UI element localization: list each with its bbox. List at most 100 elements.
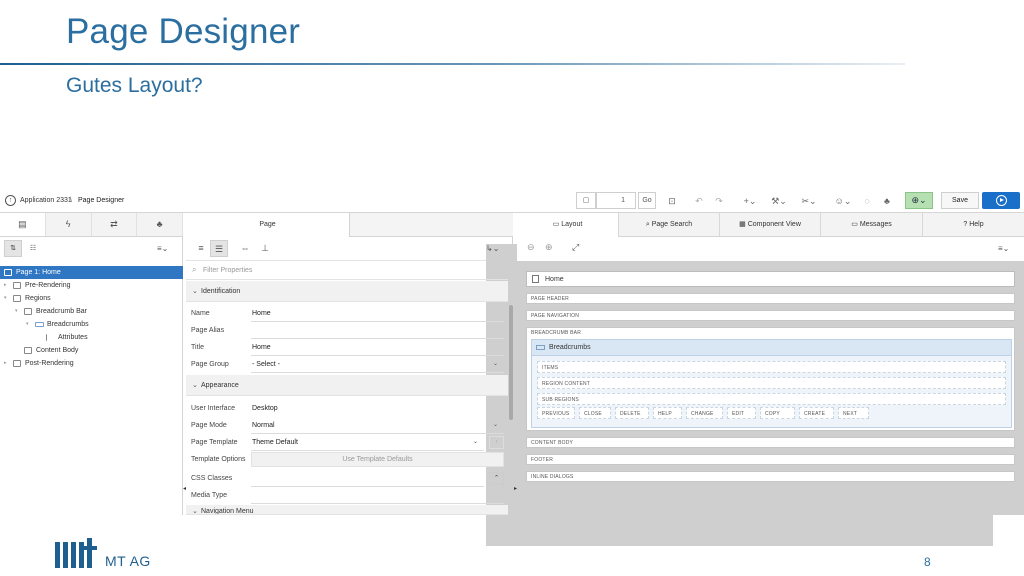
region-header[interactable]: Breadcrumbs	[532, 340, 1011, 356]
group-navigation-menu[interactable]: ⌄ Navigation Menu	[186, 505, 508, 515]
app-home-icon[interactable]: ↑	[5, 195, 16, 206]
tree-view-icon[interactable]: ⇅	[4, 240, 22, 257]
button-position-slot[interactable]: DELETE	[615, 407, 649, 419]
subslot-items[interactable]: ITEMS	[537, 361, 1006, 373]
subslot-sub-regions[interactable]: SUB REGIONS	[537, 393, 1006, 405]
shared-components-icon[interactable]: ✂⌄	[798, 194, 820, 208]
lock-icon[interactable]: ⊡	[665, 194, 679, 208]
button-position-slot[interactable]: CLOSE	[579, 407, 611, 419]
page-number-input[interactable]: 1	[596, 192, 636, 209]
layout-menu-icon[interactable]: ≡⌄	[998, 244, 1009, 253]
tree-node[interactable]: ▸ Pre-Rendering	[0, 279, 183, 292]
tree-node[interactable]: ▾ Breadcrumbs	[0, 318, 183, 331]
expand-icon[interactable]: ⤢	[572, 242, 579, 253]
zoom-in-icon[interactable]: ⊕	[545, 242, 553, 253]
slot-footer[interactable]: FOOTER	[526, 454, 1015, 465]
show-all-icon[interactable]: ☰	[210, 240, 228, 257]
tab-page-search[interactable]: ⌕ Page Search	[619, 213, 720, 237]
shared-objects-icon[interactable]: ♣	[880, 194, 894, 208]
tab-component-view[interactable]: ▦ Component View	[720, 213, 821, 237]
group-appearance[interactable]: ⌄ Appearance	[186, 375, 508, 396]
team-dev-icon[interactable]: ☺⌄	[832, 194, 854, 208]
tree-node[interactable]: ▾ Breadcrumb Bar	[0, 305, 183, 318]
prop-template-options[interactable]: Template Options Use Template Defaults	[186, 451, 508, 468]
tree-node[interactable]: Content Body	[0, 344, 183, 357]
redo-icon[interactable]: ↷	[712, 194, 726, 208]
search-icon: ⌕	[645, 221, 650, 228]
tab-layout[interactable]: ▭ Layout	[517, 213, 619, 237]
prop-media-type[interactable]: Media Type	[186, 487, 508, 504]
zoom-out-icon[interactable]: ⊖	[527, 242, 535, 253]
show-common-icon[interactable]: ≡	[192, 240, 210, 257]
undo-icon[interactable]: ↶	[692, 194, 706, 208]
expand-right-icon[interactable]: ▸	[4, 279, 7, 292]
create-menu-icon[interactable]: +⌄	[740, 194, 760, 208]
globe-menu-icon[interactable]: ⊕⌄	[905, 192, 933, 209]
slot-breadcrumb-bar[interactable]: BREADCRUMB BAR Breadcrumbs ITEMS REGION …	[526, 327, 1015, 431]
chevron-down-icon[interactable]: ⌄	[493, 360, 498, 367]
expand-down-icon[interactable]: ▾	[15, 305, 18, 318]
prop-page-mode-value[interactable]: Normal	[252, 422, 275, 429]
tree-menu-icon[interactable]: ≡⌄	[157, 244, 168, 253]
expand-down-icon[interactable]: ▾	[26, 318, 29, 331]
expand-all-icon[interactable]: ⊥	[256, 240, 274, 257]
filter-properties[interactable]: ⌕ Filter Properties	[186, 261, 508, 280]
subslot-region-content[interactable]: REGION CONTENT	[537, 377, 1006, 389]
comments-icon[interactable]: ◌	[860, 194, 874, 208]
go-button[interactable]: Go	[638, 192, 656, 209]
expand-right-icon[interactable]: ▸	[4, 357, 7, 370]
chevron-right-icon[interactable]: ›	[489, 436, 504, 449]
page-icon-button[interactable]: ▢	[576, 192, 596, 209]
slot-page-header[interactable]: PAGE HEADER	[526, 293, 1015, 304]
button-position-slot[interactable]: EDIT	[727, 407, 756, 419]
prop-name[interactable]: Name Home	[186, 305, 508, 322]
page-home-bar[interactable]: Home	[526, 271, 1015, 287]
run-page-button[interactable]	[982, 192, 1020, 209]
use-template-defaults-button[interactable]: Use Template Defaults	[251, 452, 504, 467]
button-position-slot[interactable]: HELP	[653, 407, 682, 419]
slot-content-body[interactable]: CONTENT BODY	[526, 437, 1015, 448]
slot-inline-dialogs[interactable]: INLINE DIALOGS	[526, 471, 1015, 482]
tab-dynamic-actions[interactable]: ϟ	[45, 213, 92, 236]
prop-page-group-value[interactable]: - Select -	[252, 361, 280, 368]
tab-messages[interactable]: ▭ Messages	[821, 213, 923, 237]
prop-page-template-value[interactable]: Theme Default	[252, 439, 298, 446]
prop-name-value[interactable]: Home	[252, 310, 271, 317]
tab-processing[interactable]: ⇄	[91, 213, 138, 236]
expand-down-icon[interactable]: ▾	[4, 292, 7, 305]
button-position-slot[interactable]: PREVIOUS	[537, 407, 575, 419]
tab-page[interactable]: Page	[186, 213, 350, 237]
prop-css-classes[interactable]: CSS Classes ⌃	[186, 470, 508, 487]
button-position-slot[interactable]: CREATE	[799, 407, 834, 419]
chevron-up-icon[interactable]: ⌃	[489, 472, 504, 485]
button-position-slot[interactable]: CHANGE	[686, 407, 723, 419]
prop-page-mode[interactable]: Page Mode Normal ⌄	[186, 417, 508, 434]
prop-page-alias[interactable]: Page Alias	[186, 322, 508, 339]
prop-title[interactable]: Title Home	[186, 339, 508, 356]
utilities-menu-icon[interactable]: ⚒⌄	[768, 194, 790, 208]
prop-page-template[interactable]: Page Template Theme Default ⌄ ›	[186, 434, 508, 451]
prop-page-group[interactable]: Page Group - Select - ⌄	[186, 356, 508, 373]
button-position-slot[interactable]: COPY	[760, 407, 795, 419]
prop-title-value[interactable]: Home	[252, 344, 271, 351]
list-view-icon[interactable]: ☷	[26, 240, 40, 257]
chevron-down-icon[interactable]: ⌄	[493, 421, 498, 428]
collapse-all-icon[interactable]: ⇔	[236, 240, 254, 257]
tree-node[interactable]: ▾ Regions	[0, 292, 183, 305]
button-position-slot[interactable]: NEXT	[838, 407, 869, 419]
tab-help[interactable]: ? Help	[923, 213, 1024, 237]
breadcrumb-application[interactable]: Application 2331	[20, 197, 72, 204]
chevron-down-icon: ⌄	[192, 288, 198, 295]
tree-toolbar: ⇅ ☷ ≡⌄	[0, 237, 183, 261]
tree-node[interactable]: ▸ Post-Rendering	[0, 357, 183, 370]
region-breadcrumbs[interactable]: Breadcrumbs ITEMS REGION CONTENT SUB REG…	[531, 339, 1012, 428]
chevron-down-icon[interactable]: ⌄	[473, 438, 478, 445]
tree-node[interactable]: Attributes	[0, 331, 183, 344]
tab-shared-components[interactable]: ♣	[137, 213, 183, 236]
property-scrollbar[interactable]	[509, 305, 513, 420]
tab-rendering[interactable]: ▤	[0, 213, 46, 236]
slot-page-navigation[interactable]: PAGE NAVIGATION	[526, 310, 1015, 321]
tree-node[interactable]: Page 1: Home	[0, 266, 183, 279]
group-identification[interactable]: ⌄ Identification	[186, 281, 508, 302]
save-button[interactable]: Save	[941, 192, 979, 209]
